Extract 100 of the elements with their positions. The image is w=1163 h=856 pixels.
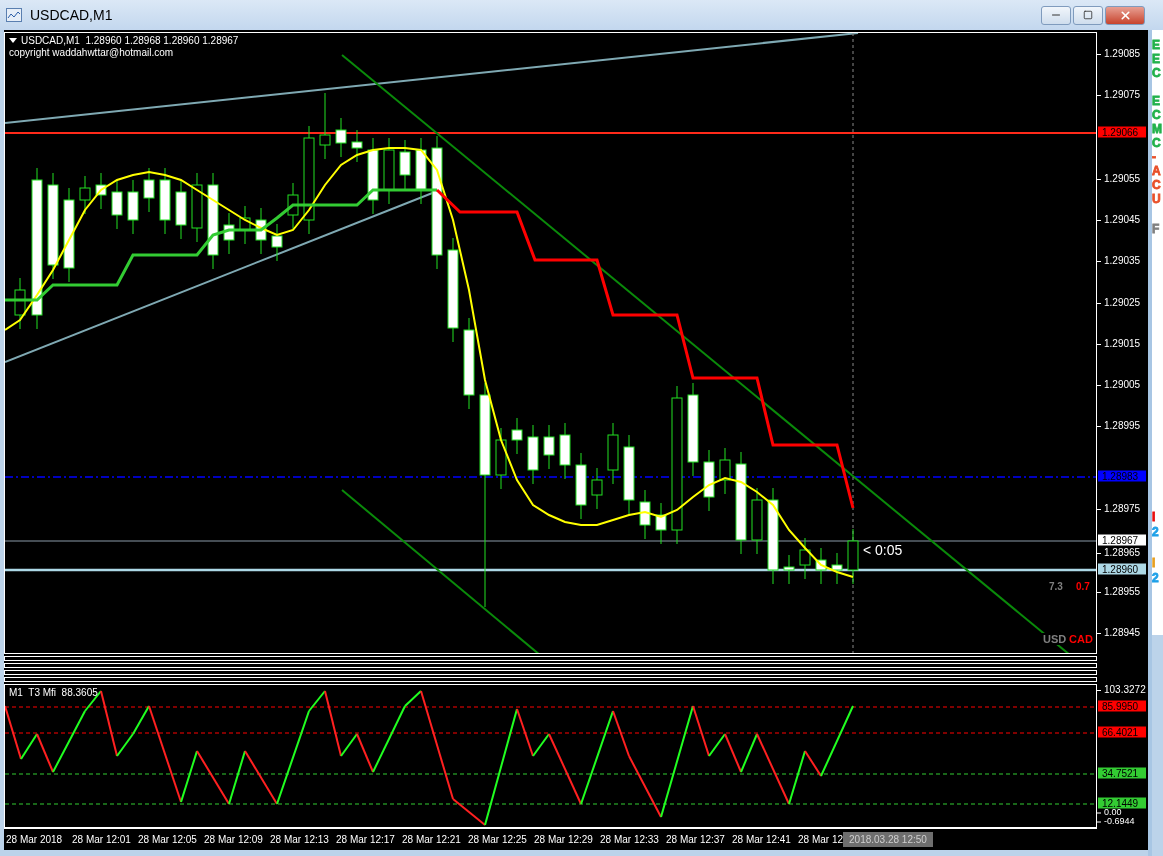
candlestick (655, 502, 667, 545)
price-tick-label: 1.29045 (1097, 215, 1141, 225)
time-label: 28 Mar 12:13 (269, 833, 330, 845)
candlestick (95, 172, 107, 210)
price-tick-label: 1.29085 (1097, 49, 1141, 59)
stat-value: 7.3 (1048, 581, 1064, 592)
copyright-text: copyright waddahwttar@hotmail.com (9, 47, 175, 58)
close-button[interactable] (1105, 5, 1145, 25)
maximize-button[interactable] (1073, 5, 1103, 25)
price-tick-label: 1.28955 (1097, 587, 1141, 597)
price-marker: 1.28960 (1098, 563, 1146, 575)
price-tick-label: 1.29025 (1097, 298, 1141, 308)
maximize-icon (1083, 10, 1093, 20)
time-label: 28 Mar 12:29 (533, 833, 594, 845)
candlestick (223, 212, 235, 255)
side-panel-letter: A (1152, 164, 1162, 178)
level-marker: 34.7521 (1098, 767, 1146, 779)
currency-label: CAD (1068, 633, 1094, 645)
candlestick (14, 277, 26, 330)
candlestick (559, 422, 571, 480)
window-title: USDCAD,M1 (30, 7, 114, 23)
indicator-title: M1 T3 Mfi 88.3605 (9, 687, 98, 698)
price-tick-label: 1.28975 (1097, 504, 1141, 514)
candlestick (783, 554, 795, 585)
candlestick (495, 427, 507, 490)
price-tick-label: 1.29005 (1097, 380, 1141, 390)
time-label: 28 Mar 12:05 (137, 833, 198, 845)
time-label: 28 Mar 12 (797, 833, 844, 845)
side-panel-letter: E (1152, 94, 1161, 108)
close-icon (1118, 8, 1132, 22)
time-label: 28 Mar 12:25 (467, 833, 528, 845)
time-label: 28 Mar 2018 (5, 833, 64, 845)
indicator-scale-label: 103.3272 (1097, 685, 1146, 695)
price-marker: 1.28983 (1098, 470, 1146, 482)
time-label: 28 Mar 12:17 (335, 833, 396, 845)
side-panel-letter: C (1152, 66, 1162, 80)
side-panel-letter: 2 (1152, 525, 1160, 539)
candlestick (847, 528, 859, 585)
price-marker: 1.28967 (1098, 534, 1146, 546)
indicator-scale-label: 0.00 (1097, 807, 1122, 817)
side-panel-letter: 2 (1152, 571, 1160, 585)
candlestick (639, 489, 651, 540)
price-tick-label: 1.29055 (1097, 174, 1141, 184)
candlestick (287, 182, 299, 230)
candlestick (799, 537, 811, 580)
price-marker: 1.29066 (1098, 126, 1146, 138)
candlestick (127, 179, 139, 235)
side-panel-letter: C (1152, 136, 1162, 150)
price-tick-label: 1.29015 (1097, 339, 1141, 349)
side-panel-letter: C (1152, 178, 1162, 192)
time-label: 28 Mar 12:33 (599, 833, 660, 845)
time-label: 28 Mar 12:41 (731, 833, 792, 845)
side-panel-letter: E (1152, 38, 1161, 52)
side-panel-letter: I (1152, 510, 1157, 524)
price-tick-label: 1.28945 (1097, 628, 1141, 638)
stat-value: 0.7 (1075, 581, 1091, 592)
level-marker: 12.1449 (1098, 797, 1146, 809)
level-marker: 66.4021 (1098, 726, 1146, 738)
bar-countdown: < 0:05 (863, 542, 903, 558)
candlestick (591, 467, 603, 510)
side-panel-letter: M (1152, 122, 1163, 136)
price-tick-label: 1.29035 (1097, 256, 1141, 266)
candlestick (255, 207, 267, 255)
level-marker: 85.9950 (1098, 700, 1146, 712)
price-tick-label: 1.28995 (1097, 421, 1141, 431)
candlestick (751, 487, 763, 555)
chart-window-icon (6, 8, 22, 22)
candlestick (511, 417, 523, 455)
candlestick (319, 92, 331, 160)
candlestick (831, 552, 843, 585)
side-panel-letter: U (1152, 192, 1162, 206)
dropdown-triangle-icon[interactable] (9, 38, 17, 43)
price-tick-label: 1.28965 (1097, 548, 1141, 558)
candlestick (527, 424, 539, 485)
candlestick (79, 175, 91, 215)
candlestick (415, 137, 427, 205)
candlestick (271, 223, 283, 262)
candlestick (607, 422, 619, 485)
candlestick (399, 139, 411, 190)
minimize-button[interactable] (1041, 5, 1071, 25)
price-tick-label: 1.29075 (1097, 90, 1141, 100)
side-panel-letter: - (1152, 150, 1157, 164)
side-panel-letter: F (1152, 222, 1161, 236)
candlestick (575, 452, 587, 520)
candlestick (111, 179, 123, 230)
candlestick (351, 129, 363, 163)
candlestick (239, 205, 251, 245)
side-panel-letter: C (1152, 108, 1162, 122)
indicator-scale-label: -0.6944 (1097, 816, 1135, 826)
candlestick (703, 449, 715, 512)
time-label: 28 Mar 12:37 (665, 833, 726, 845)
candlestick (191, 172, 203, 243)
symbol-quote: USDCAD,M1 1.28960 1.28968 1.28960 1.28967 (21, 35, 239, 46)
candlestick (383, 137, 395, 205)
candlestick (719, 447, 731, 495)
time-label: 28 Mar 12:09 (203, 833, 264, 845)
candlestick (335, 117, 347, 158)
side-panel-letter: I (1152, 556, 1157, 570)
time-label: 28 Mar 12:01 (71, 833, 132, 845)
side-panel-letter: E (1152, 52, 1161, 66)
